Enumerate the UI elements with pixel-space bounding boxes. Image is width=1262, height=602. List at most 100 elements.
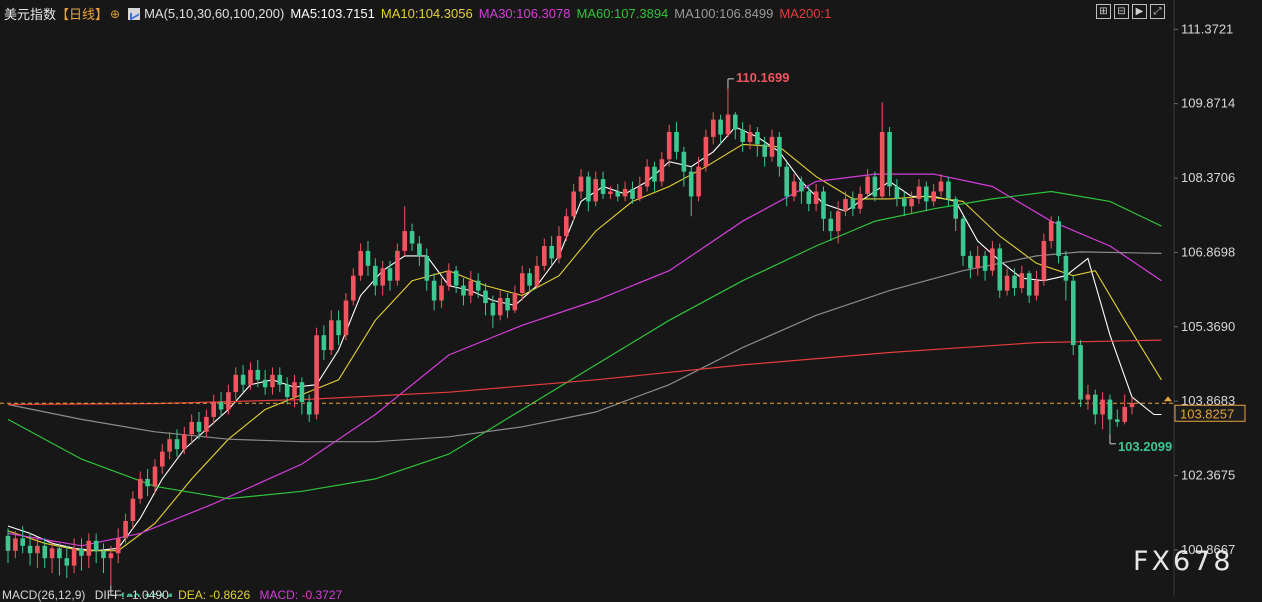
candle-body: [637, 186, 643, 199]
candle-body: [960, 218, 966, 256]
candle-body: [387, 268, 393, 281]
candlestick-chart[interactable]: 111.3721 109.8714 108.3706 106.8698 105.3690…: [0, 0, 1262, 597]
macd-dea: DEA: -0.8626: [178, 588, 251, 602]
candle-body: [615, 191, 621, 197]
candle-body: [424, 255, 430, 281]
candle-body: [946, 181, 951, 199]
candle-body: [497, 298, 503, 316]
layout-split-icon[interactable]: ⊟: [1114, 4, 1129, 19]
candle-body: [909, 198, 914, 207]
macd-legend: MACD(26,12,9) DIFF: -1.0490 DEA: -0.8626…: [2, 588, 348, 602]
candle-body: [622, 189, 628, 197]
candle-body: [953, 198, 958, 219]
candle-body: [711, 119, 716, 137]
candle-body: [674, 132, 679, 152]
candle-body: [1056, 221, 1061, 256]
candle-body: [821, 191, 826, 219]
fullscreen-icon[interactable]: ⤢: [1150, 4, 1165, 19]
candle-body: [527, 273, 532, 286]
candle-body: [351, 275, 356, 301]
candle-body: [5, 535, 11, 551]
candle-body: [115, 538, 121, 554]
candle-body: [725, 114, 731, 135]
y-tick-label: 108.3706: [1181, 170, 1235, 185]
candle-body: [931, 191, 936, 202]
candle-body: [968, 255, 973, 269]
candle-body: [666, 132, 672, 160]
candle-body: [483, 290, 488, 303]
candle-body: [130, 498, 136, 521]
candle-body: [101, 550, 106, 559]
candle-body: [1071, 280, 1076, 346]
candle-body: [1078, 345, 1083, 400]
candle-body: [336, 320, 341, 336]
candle-body: [1019, 273, 1025, 289]
candle-body: [1048, 221, 1054, 241]
candle-body: [505, 298, 510, 311]
settings-icon[interactable]: ⊕: [110, 7, 120, 21]
macd-diff: DIFF: -1.0490: [94, 588, 169, 602]
candle-body: [240, 374, 246, 385]
candle-body: [902, 198, 907, 207]
layout-icon[interactable]: ⊞: [1096, 4, 1111, 19]
candle-body: [475, 280, 481, 291]
current-price-label: 103.8257: [1180, 406, 1234, 421]
candle-body: [145, 478, 150, 487]
candle-body: [857, 193, 863, 209]
candle-body: [1085, 394, 1091, 400]
annotation-label: 110.1699: [736, 70, 790, 85]
candle-body: [865, 176, 870, 194]
y-tick-label: 109.8714: [1181, 96, 1235, 111]
ma-params: MA(5,10,30,60,100,200): [144, 6, 285, 21]
candle-body: [358, 250, 363, 276]
play-icon[interactable]: ▶: [1132, 4, 1147, 19]
candle-body: [850, 198, 856, 209]
candle-body: [520, 273, 525, 293]
candle-body: [108, 553, 114, 559]
candle-body: [152, 466, 158, 487]
candle-body: [740, 129, 745, 142]
candle-body: [86, 540, 92, 556]
candle-body: [380, 268, 385, 286]
period-selector[interactable]: 【日线】: [56, 4, 108, 23]
candle-body: [204, 416, 209, 432]
ma-line-ma200: [7, 339, 1162, 406]
ma30-value: MA30:106.3078: [478, 6, 571, 21]
candle-body: [777, 136, 782, 167]
candle-body: [321, 335, 327, 351]
candle-body: [138, 478, 143, 499]
candle-body: [512, 293, 518, 311]
indicator-icon[interactable]: [128, 7, 141, 20]
candle-body: [608, 191, 613, 194]
candle-body: [306, 402, 312, 415]
candle-body: [468, 280, 474, 296]
candle-body: [791, 181, 797, 197]
candle-body: [284, 384, 290, 398]
candle-body: [769, 136, 775, 157]
candle-body: [784, 166, 789, 197]
instrument-title: 美元指数: [4, 7, 57, 22]
candle-body: [262, 379, 268, 388]
candle-body: [681, 151, 687, 172]
ma100-value: MA100:106.8499: [674, 6, 774, 21]
candle-body: [556, 236, 562, 259]
y-tick-label: 102.3675: [1181, 468, 1235, 483]
candle-body: [872, 176, 878, 197]
macd-value: MACD: -0.3727: [259, 588, 343, 602]
candle-body: [20, 538, 25, 546]
candle-body: [57, 548, 62, 559]
candle-body: [1041, 241, 1047, 281]
ma60-value: MA60:107.3894: [576, 6, 669, 21]
candle-body: [1026, 273, 1032, 296]
candle-body: [1122, 407, 1127, 422]
candle-body: [417, 243, 422, 256]
candle-body: [218, 402, 224, 410]
macd-params: MACD(26,12,9): [2, 588, 86, 602]
candle-body: [123, 521, 128, 539]
candle-body: [255, 369, 261, 380]
candle-body: [64, 558, 70, 566]
candle-body: [431, 280, 437, 301]
candle-body: [843, 198, 848, 212]
candle-body: [938, 181, 944, 192]
candle-body: [630, 189, 635, 199]
